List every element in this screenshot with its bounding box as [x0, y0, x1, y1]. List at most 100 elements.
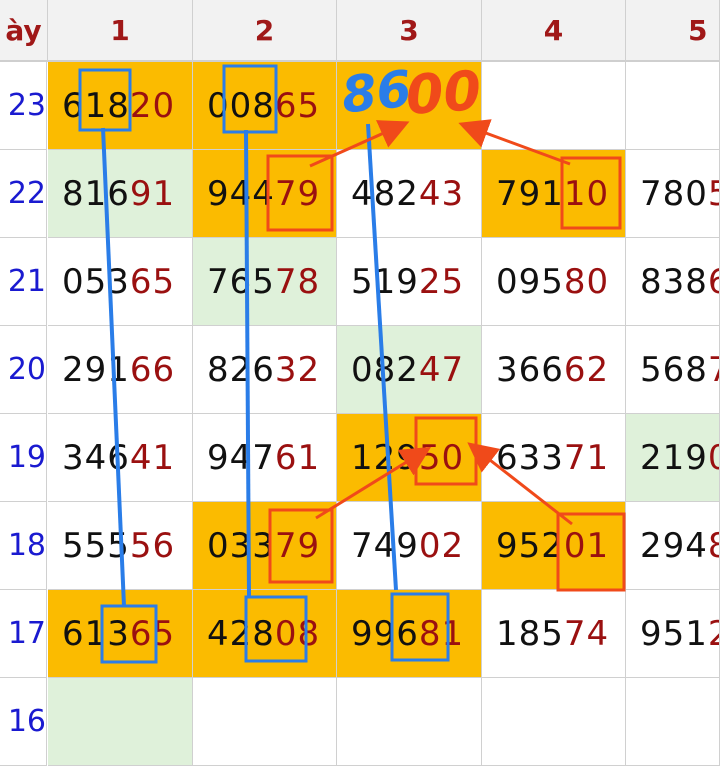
result-tail-digits: 65 [129, 613, 176, 654]
result-tail-digits: 91 [129, 173, 176, 214]
result-tail-digits: 32 [274, 349, 321, 390]
result-head-digits: 095 [496, 261, 564, 302]
header-col-5: 5 [626, 0, 720, 62]
result-head-digits: 633 [496, 437, 564, 478]
result-tail-digits: 62 [563, 349, 610, 390]
result-cell: 826 32 [193, 326, 337, 414]
row-day-label: 20 [0, 326, 47, 414]
result-head-digits: 944 [207, 173, 275, 214]
result-head-digits: 519 [351, 261, 419, 302]
result-tail-digits: 43 [418, 173, 465, 214]
header-day-label: ày [0, 0, 48, 62]
result-cell: 2190 [626, 414, 720, 502]
row-day-label: 16 [0, 678, 47, 766]
result-tail-digits: 7 [708, 350, 719, 390]
result-head-digits: 765 [207, 261, 275, 302]
result-head-digits: 346 [62, 437, 130, 478]
result-cell: 944 79 [193, 150, 337, 238]
result-head-digits: 082 [351, 349, 419, 390]
result-head-digits: 996 [351, 613, 419, 654]
result-cell: 7805 [626, 150, 720, 238]
result-cell: 816 91 [48, 150, 193, 238]
result-head-digits: 185 [496, 613, 564, 654]
result-cell: 185 74 [482, 590, 626, 678]
result-head-digits: 826 [207, 349, 275, 390]
result-head-digits: 219 [640, 437, 708, 478]
result-tail-digits: 78 [274, 261, 321, 302]
row-day-label: 18 [0, 502, 47, 590]
row-day-label: 17 [0, 590, 47, 678]
result-tail-digits: 02 [418, 525, 465, 566]
result-tail-digits: 81 [418, 613, 465, 654]
result-tail-digits: 71 [563, 437, 610, 478]
result-tail-digits: 61 [274, 437, 321, 478]
result-head-digits: 008 [207, 85, 275, 126]
result-tail-digits: 10 [563, 173, 610, 214]
result-tail-digits: 5 [708, 174, 719, 214]
result-head-digits: 033 [207, 525, 275, 566]
result-tail-digits: 41 [129, 437, 176, 478]
result-cell: 366 62 [482, 326, 626, 414]
result-head-digits: 555 [62, 525, 130, 566]
result-tail-digits: 0 [708, 438, 719, 478]
row-day-label: 22 [0, 150, 47, 238]
result-tail-digits: 56 [129, 525, 176, 566]
result-head-digits: 291 [62, 349, 130, 390]
row-day-label: 19 [0, 414, 47, 502]
result-head-digits: 613 [62, 613, 130, 654]
result-cell: 129 50 [337, 414, 482, 502]
result-cell [337, 678, 482, 766]
result-tail-digits: 74 [563, 613, 610, 654]
result-cell: 053 65 [48, 238, 193, 326]
result-cell: 947 61 [193, 414, 337, 502]
result-cell: 095 80 [482, 238, 626, 326]
result-head-digits: 568 [640, 349, 708, 390]
result-cell: 618 20 [48, 62, 193, 150]
row-day-label: 21 [0, 238, 47, 326]
result-tail-digits: 80 [563, 261, 610, 302]
result-cell [482, 678, 626, 766]
result-cell [337, 62, 482, 150]
result-head-digits: 838 [640, 261, 708, 302]
header-col-2: 2 [193, 0, 337, 62]
result-head-digits: 791 [496, 173, 564, 214]
result-cell [626, 678, 720, 766]
result-cell: 346 41 [48, 414, 193, 502]
result-tail-digits: 65 [274, 85, 321, 126]
result-tail-digits: 65 [129, 261, 176, 302]
result-cell: 033 79 [193, 502, 337, 590]
result-cell [626, 62, 720, 150]
result-tail-digits: 79 [274, 173, 321, 214]
result-cell: 519 25 [337, 238, 482, 326]
result-cell: 482 43 [337, 150, 482, 238]
result-cell: 791 10 [482, 150, 626, 238]
result-tail-digits: 01 [563, 525, 610, 566]
result-cell: 428 08 [193, 590, 337, 678]
result-tail-digits: 6 [708, 262, 719, 302]
result-head-digits: 947 [207, 437, 275, 478]
result-cell: 555 56 [48, 502, 193, 590]
result-cell: 613 65 [48, 590, 193, 678]
result-head-digits: 482 [351, 173, 419, 214]
result-tail-digits: 47 [418, 349, 465, 390]
result-cell: 291 66 [48, 326, 193, 414]
result-cell: 633 71 [482, 414, 626, 502]
result-cell: 996 81 [337, 590, 482, 678]
row-day-label: 23 [0, 62, 47, 150]
result-cell: 9512 [626, 590, 720, 678]
result-cell [48, 678, 193, 766]
result-head-digits: 951 [640, 613, 708, 654]
result-tail-digits: 08 [274, 613, 321, 654]
result-head-digits: 780 [640, 173, 708, 214]
result-tail-digits: 50 [418, 437, 465, 478]
header-col-1: 1 [48, 0, 193, 62]
result-head-digits: 816 [62, 173, 130, 214]
result-cell: 8386 [626, 238, 720, 326]
result-tail-digits: 2 [708, 614, 719, 654]
result-cell: 765 78 [193, 238, 337, 326]
result-tail-digits: 79 [274, 525, 321, 566]
result-cell: 082 47 [337, 326, 482, 414]
result-cell: 749 02 [337, 502, 482, 590]
results-table: ày 1 2 3 4 5 23 618 20 008 65 22 816 91 944 79 482… [0, 0, 720, 766]
result-cell: 952 01 [482, 502, 626, 590]
